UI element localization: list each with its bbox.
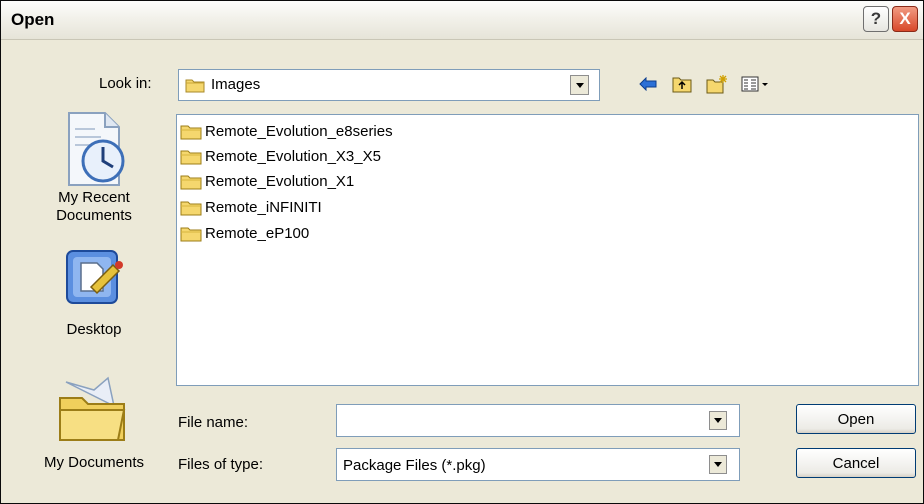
help-button[interactable]: ? <box>863 6 889 32</box>
folder-icon <box>180 150 202 165</box>
place-my-documents[interactable]: My Documents <box>39 370 149 490</box>
folder-icon <box>180 125 202 140</box>
file-name: Remote_Evolution_X1 <box>205 172 355 190</box>
place-my-recent-documents[interactable]: My Recent Documents <box>39 105 149 245</box>
places-bar: My Recent Documents Desktop My Documents <box>39 105 159 495</box>
folder-icon <box>180 175 202 190</box>
list-item[interactable]: Remote_Evolution_X1 <box>180 169 354 193</box>
place-label-recent-2: Documents <box>56 207 132 224</box>
new-folder-button[interactable] <box>706 73 728 95</box>
close-icon: X <box>899 9 911 28</box>
look-in-value: Images <box>211 76 261 93</box>
folder-icon <box>180 201 202 216</box>
open-dialog: Open ? X Look in: Images My Recent Docum… <box>0 0 924 504</box>
up-folder-icon <box>672 77 692 93</box>
new-folder-icon <box>706 75 727 94</box>
cancel-button[interactable]: Cancel <box>796 448 916 478</box>
cancel-button-label: Cancel <box>832 454 880 472</box>
file-name-label: File name: <box>178 414 249 431</box>
recent-documents-icon <box>68 112 125 186</box>
folder-icon <box>180 227 202 242</box>
look-in-dropdown[interactable]: Images <box>178 69 600 101</box>
list-item[interactable]: Remote_iNFINITI <box>180 195 322 219</box>
folder-icon <box>185 77 205 97</box>
open-button-label: Open <box>837 410 875 428</box>
file-type-value: Package Files (*.pkg) <box>343 457 486 474</box>
file-name: Remote_eP100 <box>205 224 310 242</box>
my-documents-icon <box>59 376 126 441</box>
place-desktop[interactable]: Desktop <box>39 247 149 367</box>
place-label-recent-1: My Recent <box>58 189 130 206</box>
place-label-my-documents: My Documents <box>43 454 145 471</box>
file-name-input[interactable] <box>336 404 740 437</box>
chevron-down-icon <box>714 418 722 423</box>
file-type-dropdown[interactable]: Package Files (*.pkg) <box>336 448 740 481</box>
help-icon: ? <box>870 9 882 28</box>
title-bar[interactable]: Open ? X <box>1 1 923 40</box>
file-name-dropdown-button[interactable] <box>709 411 727 430</box>
open-button[interactable]: Open <box>796 404 916 434</box>
place-label-desktop: Desktop <box>66 321 122 338</box>
dialog-title: Open <box>11 10 55 29</box>
file-list[interactable]: Remote_Evolution_e8series Remote_Evoluti… <box>176 114 919 386</box>
view-menu-button[interactable] <box>741 73 771 95</box>
file-type-label: Files of type: <box>178 456 264 473</box>
list-item[interactable]: Remote_Evolution_X3_X5 <box>180 144 381 168</box>
up-one-level-button[interactable] <box>671 73 693 95</box>
desktop-icon <box>66 250 123 304</box>
file-name: Remote_iNFINITI <box>205 198 322 216</box>
file-name: Remote_Evolution_X3_X5 <box>205 147 381 165</box>
list-item[interactable]: Remote_Evolution_e8series <box>180 119 393 143</box>
look-in-dropdown-button[interactable] <box>570 75 589 95</box>
look-in-label: Look in: <box>99 75 152 92</box>
file-name: Remote_Evolution_e8series <box>205 122 393 140</box>
back-button[interactable] <box>637 73 659 95</box>
file-type-dropdown-button[interactable] <box>709 455 727 474</box>
chevron-down-icon <box>714 462 722 467</box>
back-arrow-icon <box>639 77 657 91</box>
list-item[interactable]: Remote_eP100 <box>180 221 309 245</box>
chevron-down-icon <box>575 82 584 88</box>
close-button[interactable]: X <box>892 6 918 32</box>
view-menu-icon <box>741 76 768 92</box>
